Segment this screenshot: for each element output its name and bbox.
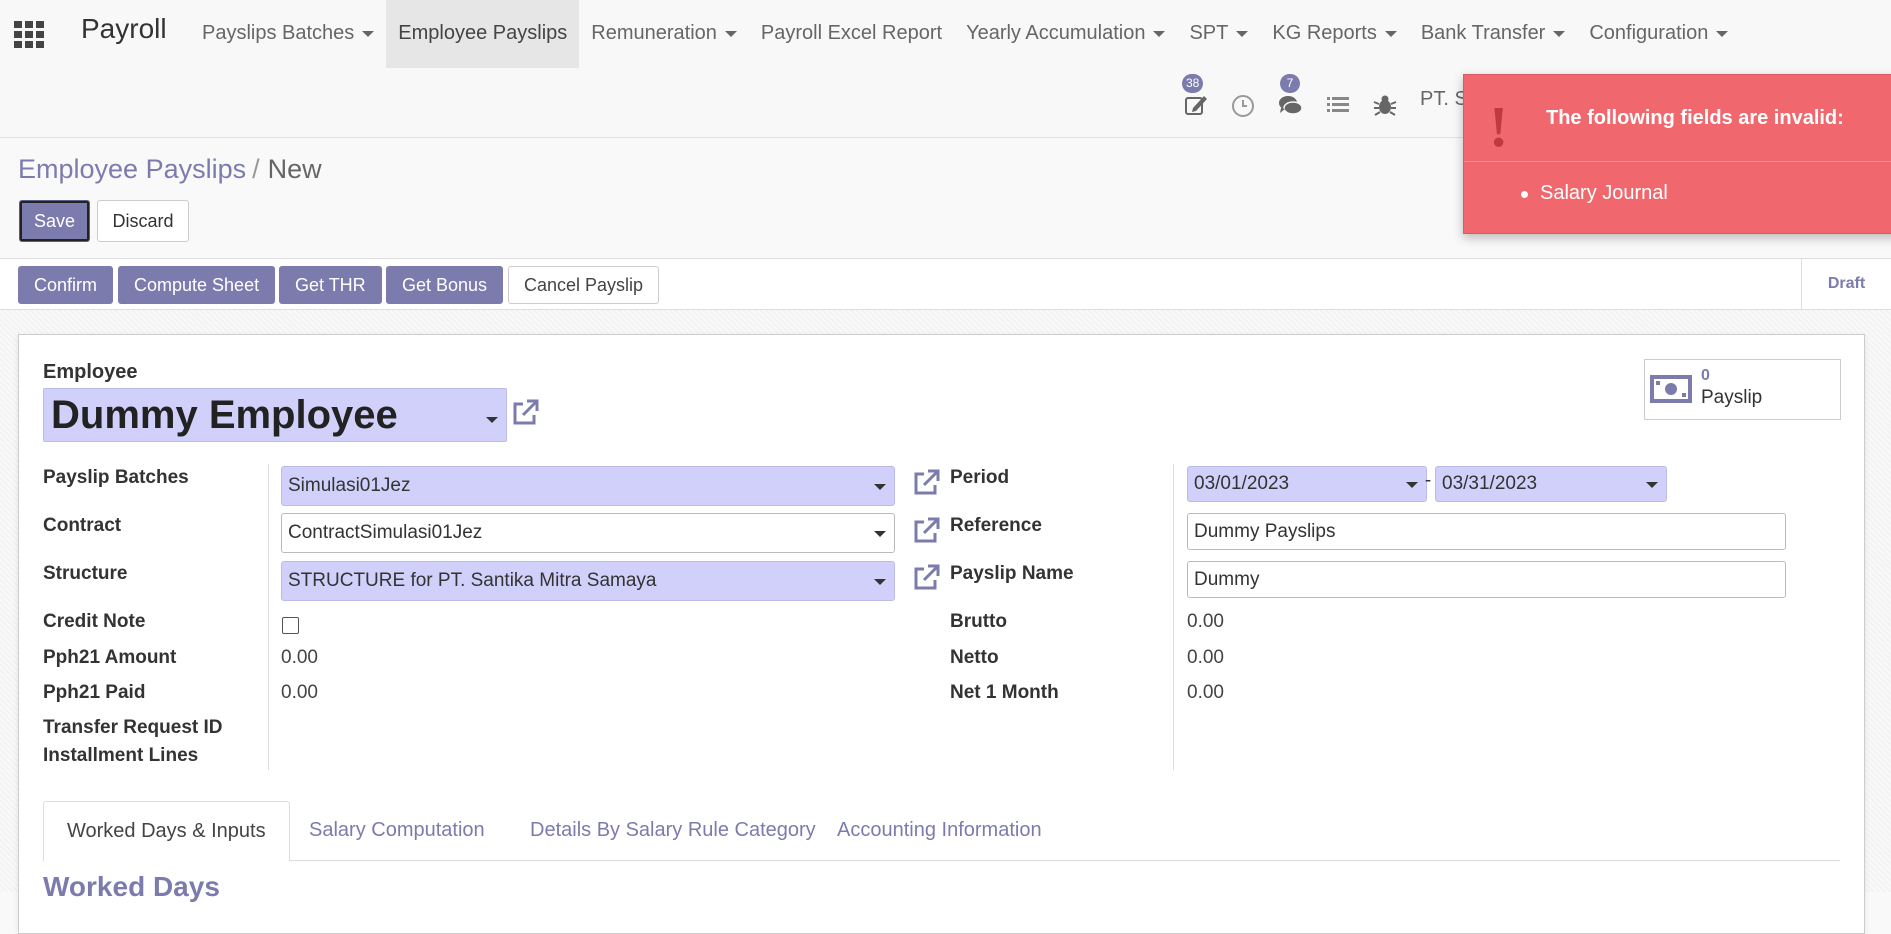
- discard-button[interactable]: Discard: [97, 200, 189, 242]
- messages-icon[interactable]: [1277, 92, 1303, 118]
- main-menu: Payslips Batches Employee Payslips Remun…: [190, 0, 1740, 68]
- structure-select[interactable]: STRUCTURE for PT. Santika Mitra Samaya: [281, 561, 895, 601]
- worked-days-title: Worked Days: [43, 871, 220, 902]
- payslip-smart-button[interactable]: 0 Payslip: [1644, 359, 1841, 420]
- netto-value: 0.00: [1187, 647, 1224, 668]
- tab-salary-computation[interactable]: Salary Computation: [286, 801, 508, 861]
- column-divider: [1173, 464, 1174, 770]
- notebook-tabs: Worked Days & Inputs Salary Computation …: [43, 801, 1840, 862]
- employee-field[interactable]: Dummy Employee: [43, 388, 507, 442]
- app-brand[interactable]: Payroll: [81, 13, 167, 45]
- transfer-request-label: Transfer Request ID: [43, 717, 223, 738]
- netto-label: Netto: [950, 647, 999, 668]
- period-from-date[interactable]: 03/01/2023: [1187, 466, 1427, 502]
- debug-bug-icon[interactable]: [1372, 92, 1398, 118]
- menu-payslips-batches[interactable]: Payslips Batches: [190, 0, 386, 68]
- activity-count-badge: 38: [1182, 74, 1204, 93]
- pph21-paid-value: 0.00: [281, 682, 318, 703]
- dropdown-arrow-icon: [874, 531, 886, 537]
- save-button[interactable]: Save: [19, 200, 90, 242]
- caret-down-icon: [1553, 30, 1566, 37]
- pph21-amount-value: 0.00: [281, 647, 318, 668]
- company-switcher[interactable]: PT. S: [1420, 88, 1468, 111]
- dropdown-arrow-icon: [1406, 482, 1418, 488]
- menu-spt[interactable]: SPT: [1177, 0, 1260, 68]
- tab-details-by-salary-rule-category[interactable]: Details By Salary Rule Category: [507, 801, 839, 861]
- payslip-batches-select[interactable]: Simulasi01Jez: [281, 466, 895, 506]
- pph21-amount-label: Pph21 Amount: [43, 647, 177, 668]
- notification-title: The following fields are invalid:: [1546, 107, 1844, 129]
- payslip-name-input[interactable]: Dummy: [1187, 561, 1786, 598]
- tab-worked-days-inputs[interactable]: Worked Days & Inputs: [43, 801, 290, 862]
- caret-down-icon: [724, 30, 737, 37]
- contract-external-link-icon[interactable]: [911, 516, 941, 546]
- clock-icon[interactable]: [1230, 92, 1256, 118]
- menu-remuneration[interactable]: Remuneration: [579, 0, 749, 68]
- invalid-fields-notification[interactable]: ! The following fields are invalid: Sala…: [1463, 74, 1891, 234]
- menu-yearly-accumulation[interactable]: Yearly Accumulation: [954, 0, 1177, 68]
- menu-configuration[interactable]: Configuration: [1577, 0, 1740, 68]
- get-bonus-button[interactable]: Get Bonus: [386, 266, 504, 304]
- installment-lines-label: Installment Lines: [43, 745, 199, 766]
- contract-label: Contract: [43, 515, 122, 536]
- confirm-button[interactable]: Confirm: [18, 266, 114, 304]
- menu-bank-transfer[interactable]: Bank Transfer: [1409, 0, 1578, 68]
- status-draft[interactable]: Draft: [1801, 259, 1891, 311]
- activity-edit-icon[interactable]: [1183, 92, 1209, 118]
- dropdown-arrow-icon: [486, 417, 498, 423]
- period-to-date[interactable]: 03/31/2023: [1435, 466, 1667, 502]
- credit-note-label: Credit Note: [43, 611, 146, 632]
- employee-label: Employee: [43, 361, 138, 383]
- payslip-smart-label: Payslip: [1701, 387, 1763, 408]
- caret-down-icon: [1236, 30, 1249, 37]
- structure-external-link-icon[interactable]: [911, 563, 941, 593]
- brutto-label: Brutto: [950, 611, 1007, 632]
- payslip-batches-label: Payslip Batches: [43, 467, 189, 488]
- get-thr-button[interactable]: Get THR: [279, 266, 382, 304]
- brutto-value: 0.00: [1187, 611, 1224, 632]
- breadcrumb: Employee Payslips / New: [18, 154, 322, 184]
- exclamation-icon: !: [1489, 94, 1509, 159]
- net-1-month-value: 0.00: [1187, 682, 1224, 703]
- structure-label: Structure: [43, 563, 128, 584]
- apps-menu-icon[interactable]: [14, 21, 44, 48]
- dropdown-arrow-icon: [874, 579, 886, 585]
- pph21-paid-label: Pph21 Paid: [43, 682, 146, 703]
- payslip-name-label: Payslip Name: [950, 563, 1074, 584]
- list-icon[interactable]: [1325, 92, 1351, 118]
- period-label: Period: [950, 467, 1010, 488]
- breadcrumb-parent-link[interactable]: Employee Payslips: [18, 154, 246, 184]
- payslip-batches-external-link-icon[interactable]: [911, 468, 941, 498]
- dropdown-arrow-icon: [874, 484, 886, 490]
- compute-sheet-button[interactable]: Compute Sheet: [118, 266, 276, 304]
- money-bill-icon: [1650, 375, 1692, 403]
- menu-payroll-excel-report[interactable]: Payroll Excel Report: [749, 0, 954, 68]
- reference-label: Reference: [950, 515, 1042, 536]
- form-statusbar: Confirm Compute Sheet Get THR Get Bonus …: [0, 258, 1891, 311]
- credit-note-checkbox[interactable]: [282, 617, 299, 634]
- caret-down-icon: [1384, 30, 1397, 37]
- breadcrumb-current: New: [267, 154, 322, 184]
- caret-down-icon: [362, 30, 375, 37]
- payslip-count: 0: [1701, 367, 1710, 384]
- menu-kg-reports[interactable]: KG Reports: [1260, 0, 1408, 68]
- dropdown-arrow-icon: [1646, 482, 1658, 488]
- caret-down-icon: [1716, 30, 1729, 37]
- caret-down-icon: [1153, 30, 1166, 37]
- messages-count-badge: 7: [1280, 74, 1300, 93]
- tab-accounting-information[interactable]: Accounting Information: [814, 801, 1065, 861]
- external-link-icon[interactable]: [510, 398, 540, 428]
- invalid-field-item: Salary Journal: [1540, 182, 1668, 204]
- contract-select[interactable]: ContractSimulasi01Jez: [281, 513, 895, 553]
- net-1-month-label: Net 1 Month: [950, 682, 1059, 703]
- column-divider: [268, 464, 269, 770]
- period-separator: -: [1424, 470, 1432, 491]
- cancel-payslip-button[interactable]: Cancel Payslip: [508, 266, 660, 304]
- menu-employee-payslips[interactable]: Employee Payslips: [386, 0, 580, 68]
- reference-input[interactable]: Dummy Payslips: [1187, 513, 1786, 550]
